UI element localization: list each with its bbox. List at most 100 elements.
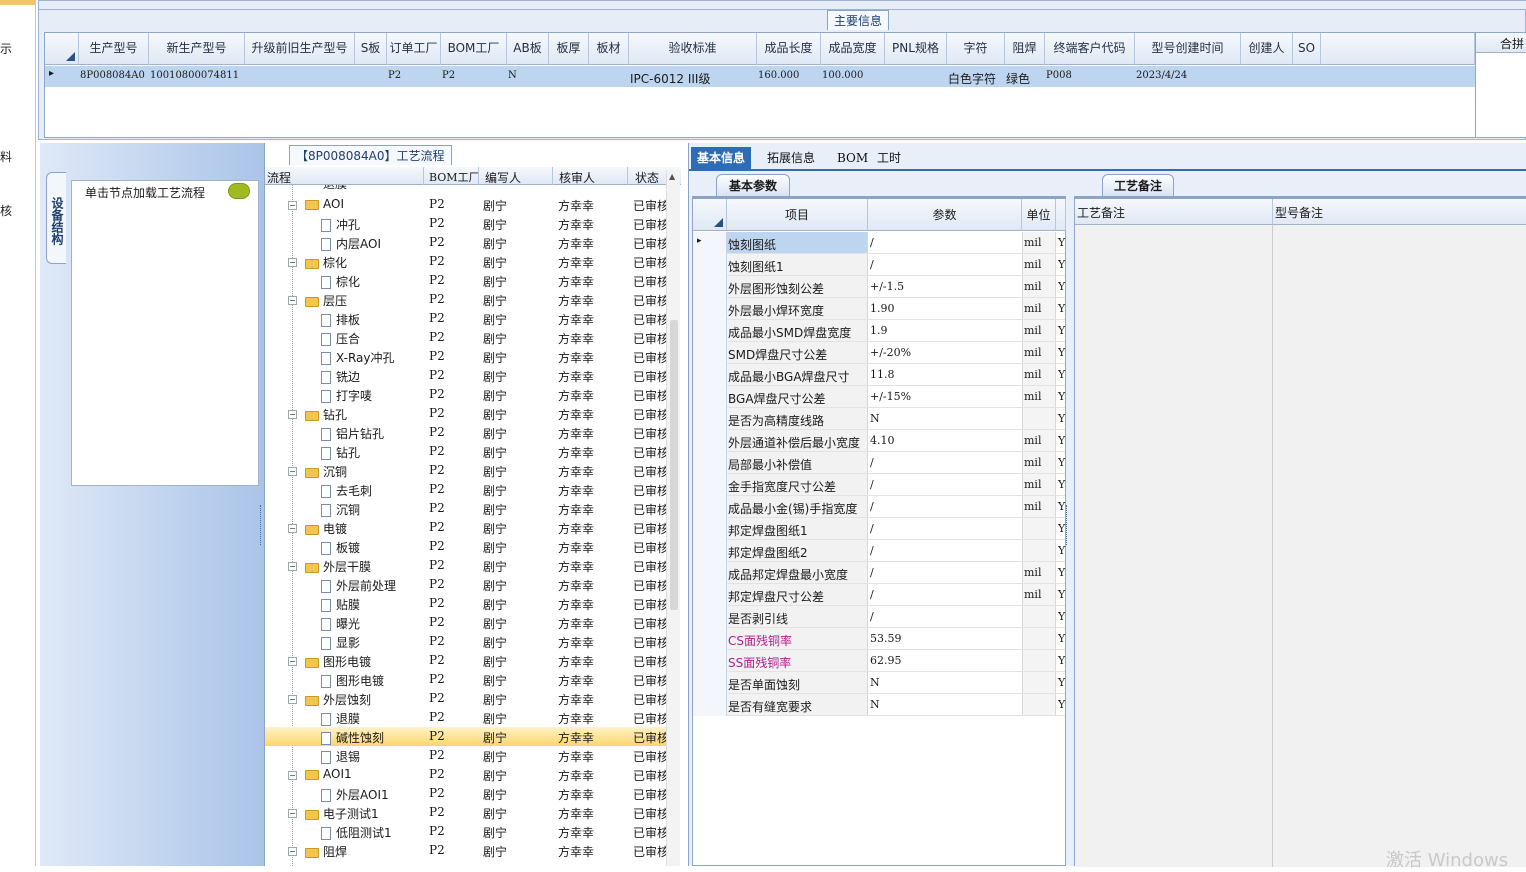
flow-node-label[interactable]: 曝光	[336, 617, 360, 631]
flow-row[interactable]: 外层前处理 P2 剧宁 方幸幸 已审核	[265, 575, 669, 594]
flow-node-label[interactable]: 压合	[336, 332, 360, 346]
flow-row[interactable]: 显影 P2 剧宁 方幸幸 已审核	[265, 632, 669, 651]
col-header[interactable]: 字符	[947, 33, 1005, 65]
param-row[interactable]: 邦定焊盘图纸2 / Y	[693, 540, 1065, 562]
flow-node-label[interactable]: 电镀	[323, 522, 347, 536]
flow-node-label[interactable]: 去毛刺	[336, 484, 372, 498]
main-info-cell[interactable]: 100.000	[822, 70, 884, 81]
col-header[interactable]: 升级前旧生产型号	[245, 33, 355, 65]
flow-node-label[interactable]: X-Ray冲孔	[336, 351, 394, 365]
main-info-cell[interactable]: 绿色	[1006, 70, 1044, 87]
tab-bom[interactable]: BOM	[831, 147, 874, 169]
param-value[interactable]: 62.95	[870, 654, 902, 667]
device-tree-box[interactable]: 单击节点加载工艺流程	[71, 180, 259, 486]
param-row[interactable]: SS面残铜率 62.95 Y	[693, 650, 1065, 672]
param-row[interactable]: 是否单面蚀刻 N Y	[693, 672, 1065, 694]
param-value[interactable]: +/-1.5	[870, 280, 904, 293]
flow-node-label[interactable]: 层压	[323, 294, 347, 308]
collapse-icon[interactable]: −	[288, 562, 297, 571]
flow-node-label[interactable]: 图形电镀	[323, 655, 371, 669]
param-value[interactable]: /	[870, 544, 874, 557]
flow-row[interactable]: 板镀 P2 剧宁 方幸幸 已审核	[265, 537, 669, 556]
flow-scrollbar-thumb[interactable]	[670, 320, 678, 610]
flow-col-header[interactable]: 编写人	[485, 169, 521, 186]
collapse-icon[interactable]: −	[288, 410, 297, 419]
param-row[interactable]: SMD焊盘尺寸公差 +/-20% mil Y	[693, 342, 1065, 364]
flow-row[interactable]: − 电镀 P2 剧宁 方幸幸 已审核	[265, 518, 669, 537]
col-header[interactable]: PNL规格	[885, 33, 947, 65]
flow-node-label[interactable]: 退膜	[323, 185, 347, 192]
left-nav-item[interactable]: 核	[0, 202, 12, 219]
param-value[interactable]: N	[870, 698, 880, 711]
collapse-icon[interactable]: −	[288, 695, 297, 704]
param-row[interactable]: 是否剥引线 / Y	[693, 606, 1065, 628]
param-row[interactable]: CS面残铜率 53.59 Y	[693, 628, 1065, 650]
param-value[interactable]: /	[870, 522, 874, 535]
param-row[interactable]: 外层最小焊环宽度 1.90 mil Y	[693, 298, 1065, 320]
param-value[interactable]: /	[870, 566, 874, 579]
col-header[interactable]: S板	[355, 33, 387, 65]
flow-node-label[interactable]: 排板	[336, 313, 360, 327]
flow-scrollbar[interactable]: ▲	[666, 170, 680, 866]
flow-col-header[interactable]: 核审人	[559, 169, 595, 186]
flow-row[interactable]: − 图形电镀 P2 剧宁 方幸幸 已审核	[265, 651, 669, 670]
param-row[interactable]: 成品邦定焊盘最小宽度 / mil Y	[693, 562, 1065, 584]
flow-row[interactable]: − 外层干膜 P2 剧宁 方幸幸 已审核	[265, 556, 669, 575]
main-info-cell[interactable]: 白色字符	[948, 70, 1004, 87]
collapse-icon[interactable]: −	[288, 296, 297, 305]
col-model-remark[interactable]: 型号备注	[1273, 199, 1526, 225]
flow-node-label[interactable]: 阻焊	[323, 845, 347, 859]
tab-basic-params[interactable]: 基本参数	[716, 174, 790, 196]
flow-col-header[interactable]: BOM工厂	[429, 169, 480, 185]
flow-row[interactable]: 退锡 P2 剧宁 方幸幸 已审核	[265, 746, 669, 765]
flow-node-label[interactable]: 外层蚀刻	[323, 693, 371, 707]
collapse-icon[interactable]: −	[288, 524, 297, 533]
param-row[interactable]: 外层通道补偿后最小宽度 4.10 mil Y	[693, 430, 1065, 452]
param-value[interactable]: 4.10	[870, 434, 895, 447]
flow-row[interactable]: 曝光 P2 剧宁 方幸幸 已审核	[265, 613, 669, 632]
flow-row[interactable]: − 外层蚀刻 P2 剧宁 方幸幸 已审核	[265, 689, 669, 708]
param-row[interactable]: 局部最小补偿值 / mil Y	[693, 452, 1065, 474]
flow-node-label[interactable]: 冲孔	[336, 218, 360, 232]
param-value[interactable]: /	[870, 236, 874, 249]
param-value[interactable]: /	[870, 500, 874, 513]
main-info-cell[interactable]: 2023/4/24	[1136, 70, 1240, 81]
flow-node-label[interactable]: 沉铜	[336, 503, 360, 517]
flow-row[interactable]: 去毛刺 P2 剧宁 方幸幸 已审核	[265, 480, 669, 499]
flow-row[interactable]: 冲孔 P2 剧宁 方幸幸 已审核	[265, 214, 669, 233]
model-remark-area[interactable]	[1273, 225, 1526, 867]
flow-node-label[interactable]: 铣边	[336, 370, 360, 384]
param-value[interactable]: +/-15%	[870, 390, 911, 403]
col-header[interactable]: 阻焊	[1005, 33, 1045, 65]
left-nav-item[interactable]: 料	[0, 148, 12, 165]
splitter-grip[interactable]	[1066, 505, 1070, 545]
col-header[interactable]: 板厚	[549, 33, 589, 65]
col-item-header[interactable]: 项目	[727, 199, 868, 231]
param-row[interactable]: 是否为高精度线路 N Y	[693, 408, 1065, 430]
flow-row[interactable]: 退膜 P2 剧宁 方幸幸 已审核	[265, 708, 669, 727]
col-header[interactable]: 成品长度	[757, 33, 821, 65]
flow-row[interactable]: − 电子测试1 P2 剧宁 方幸幸 已审核	[265, 803, 669, 822]
param-value[interactable]: /	[870, 478, 874, 491]
param-row[interactable]: 邦定焊盘尺寸公差 / mil Y	[693, 584, 1065, 606]
flow-row[interactable]: 棕化 P2 剧宁 方幸幸 已审核	[265, 271, 669, 290]
col-unit-header[interactable]: 单位	[1022, 199, 1056, 231]
collapse-icon[interactable]: −	[288, 657, 297, 666]
flow-row[interactable]: 排板 P2 剧宁 方幸幸 已审核	[265, 309, 669, 328]
device-structure-tab[interactable]: 设备结构	[46, 172, 66, 264]
flow-row[interactable]: − 沉铜 P2 剧宁 方幸幸 已审核	[265, 461, 669, 480]
flow-row[interactable]: 低阻测试1 P2 剧宁 方幸幸 已审核	[265, 822, 669, 841]
param-value[interactable]: 1.90	[870, 302, 895, 315]
param-row[interactable]: 金手指宽度尺寸公差 / mil Y	[693, 474, 1065, 496]
flow-node-label[interactable]: 低阻测试1	[336, 826, 392, 840]
flow-row[interactable]: 钻孔 P2 剧宁 方幸幸 已审核	[265, 442, 669, 461]
flow-row[interactable]: 铣边 P2 剧宁 方幸幸 已审核	[265, 366, 669, 385]
col-header[interactable]: SO	[1293, 33, 1321, 65]
param-row[interactable]: 成品最小BGA焊盘尺寸 11.8 mil Y	[693, 364, 1065, 386]
col-header[interactable]: BOM工厂	[441, 33, 507, 65]
flow-row[interactable]: − 棕化 P2 剧宁 方幸幸 已审核	[265, 252, 669, 271]
param-value[interactable]: /	[870, 610, 874, 623]
collapse-icon[interactable]: −	[288, 847, 297, 856]
collapse-icon[interactable]: −	[288, 771, 297, 780]
flow-node-label[interactable]: 图形电镀	[336, 674, 384, 688]
